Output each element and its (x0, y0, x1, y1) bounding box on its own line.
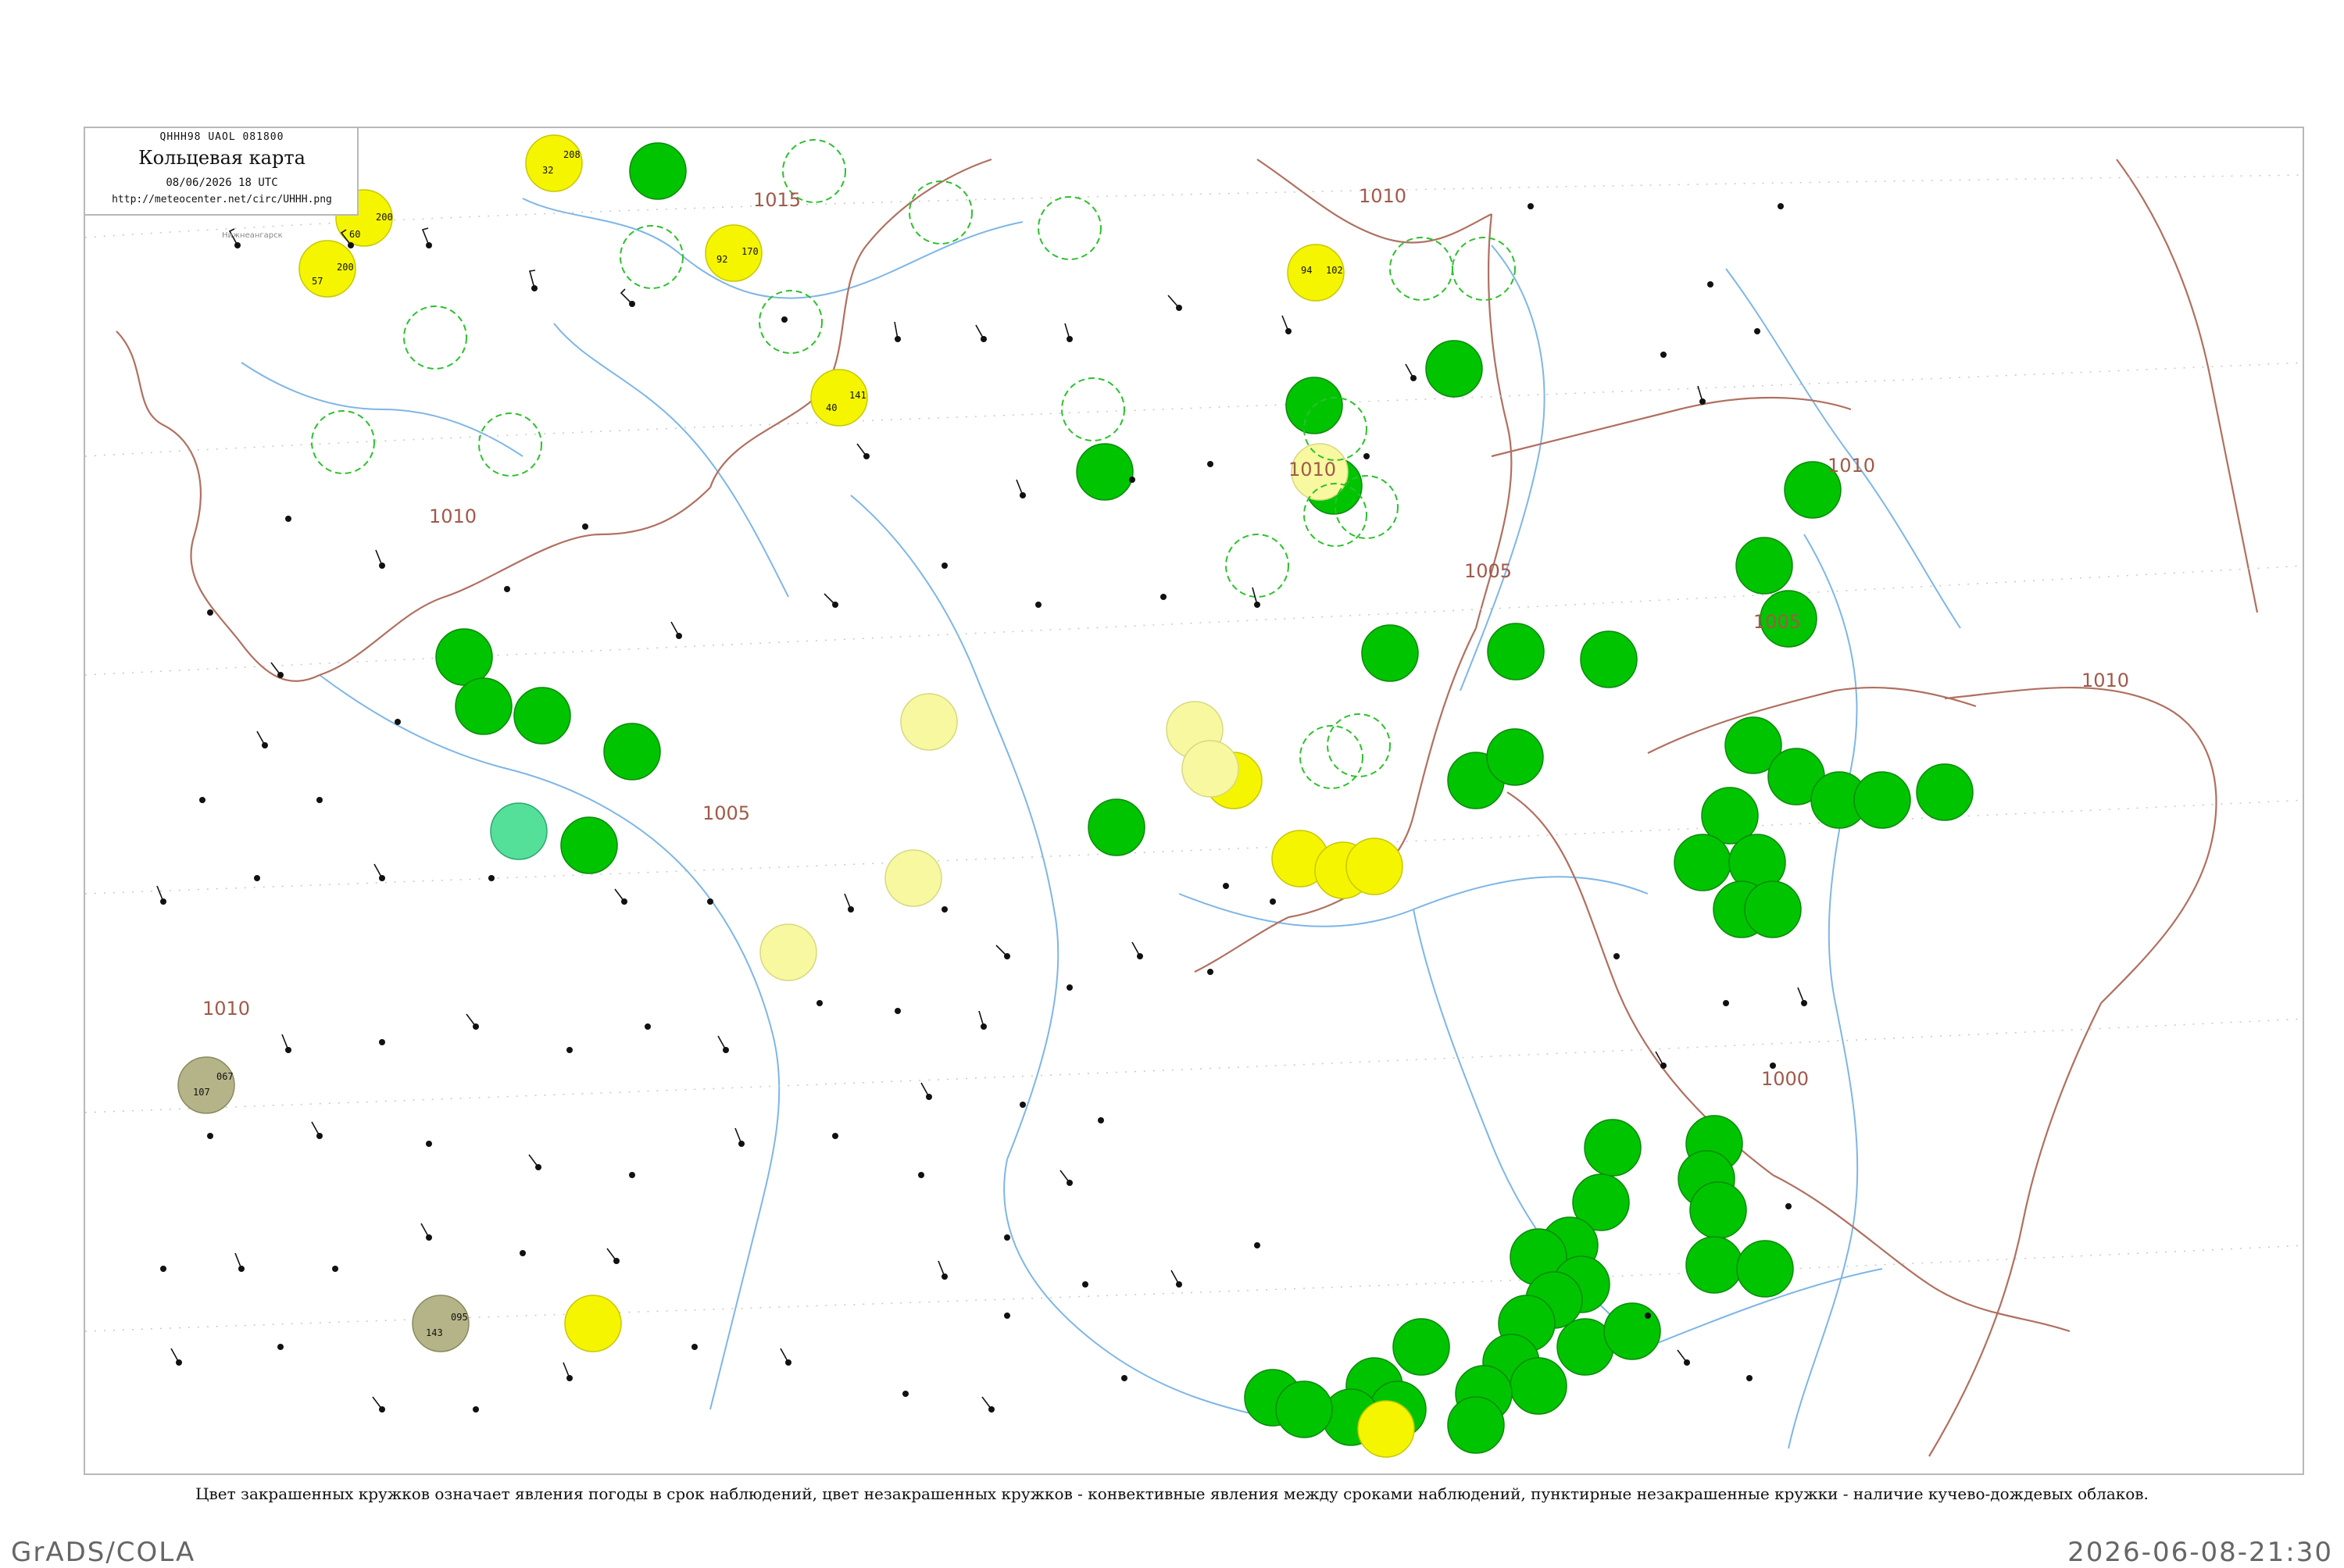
station-cloud: 92 (716, 254, 727, 265)
station-pressure: 200 (376, 212, 393, 223)
station-cloud: 57 (312, 276, 323, 287)
station-pressure: 102 (1326, 265, 1343, 276)
station-cloud: 32 (542, 165, 553, 176)
isobar-label: 1010 (2081, 670, 2129, 691)
isobar-labels: 1015 1010 1010 1005 1005 1010 1010 1000 … (202, 185, 2129, 1090)
station-pressure: 200 (337, 262, 354, 273)
station-name-marks: Нижнеангарск (222, 231, 283, 240)
station-cloud: 143 (426, 1327, 443, 1338)
isobar-label: 1005 (1464, 560, 1512, 582)
map-title: Кольцевая карта (138, 147, 306, 169)
station-pressure: 208 (563, 149, 581, 160)
rain-stations (435, 142, 1974, 1454)
map-url: http://meteocenter.net/circ/UHHH.png (112, 194, 332, 205)
station-name: Нижнеангарск (222, 231, 283, 240)
isobar-label: 1005 (1753, 611, 1801, 633)
synoptic-map: 1015 1010 1010 1005 1005 1010 1010 1000 … (84, 127, 2304, 1475)
station-pressure: 170 (741, 246, 759, 257)
footer-timestamp: 2026-06-08-21:30 (2067, 1537, 2333, 1568)
isobar-label: 1010 (202, 998, 250, 1020)
isobar-label: 1010 (429, 505, 477, 527)
footer-software-label: GrADS/COLA (11, 1537, 196, 1568)
station-cloud: 40 (826, 402, 837, 413)
dust-stations (177, 1056, 470, 1352)
map-canvas: 1015 1010 1010 1005 1005 1010 1010 1000 … (85, 134, 2303, 1458)
station-pressure: 141 (849, 390, 866, 401)
shower-stations (490, 802, 548, 860)
bulletin-code: QHHH98 UAOL 081800 (159, 131, 284, 143)
map-header: QHHH98 UAOL 081800 Кольцевая карта 08/06… (85, 128, 359, 216)
map-datetime: 08/06/2026 18 UTC (166, 177, 278, 189)
fog-stations (298, 134, 1415, 1458)
isobar-label: 1005 (702, 802, 750, 824)
isobar-label: 1010 (1288, 459, 1336, 480)
legend-note: Цвет закрашенных кружков означает явлени… (195, 1484, 2149, 1503)
isobar-label: 1010 (1828, 455, 1875, 477)
isobar-label: 1015 (753, 189, 801, 211)
station-cloud: 107 (193, 1087, 210, 1098)
station-pressure: 067 (216, 1071, 234, 1082)
station-pressure: 095 (451, 1312, 468, 1323)
isobar-label: 1010 (1359, 185, 1406, 207)
isobar-label: 1000 (1761, 1068, 1809, 1090)
station-cloud: 60 (349, 229, 360, 240)
haze-stations (759, 443, 1349, 981)
station-cloud: 94 (1301, 265, 1312, 276)
